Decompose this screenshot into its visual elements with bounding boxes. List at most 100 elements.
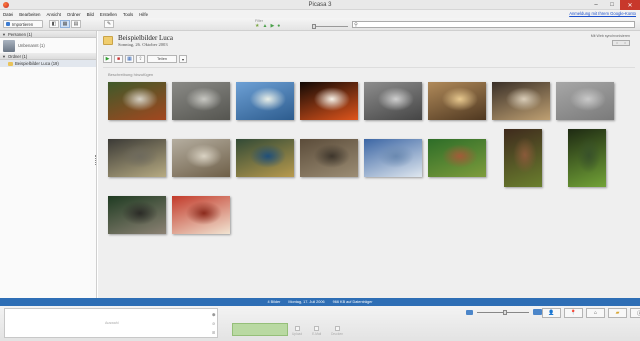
play-slideshow-icon[interactable]: ▶ <box>103 55 112 63</box>
photo-thumbnail-red-panda[interactable] <box>108 82 166 120</box>
thumbnail-zoom <box>466 309 542 315</box>
photo-thumbnail-vulture[interactable] <box>108 196 166 234</box>
folder-icon <box>8 61 13 66</box>
thumbnail-view-icon[interactable]: ▦ <box>60 20 70 28</box>
photo-thumbnail-fog[interactable] <box>556 82 614 120</box>
photo-thumbnail-peacock[interactable] <box>236 139 294 177</box>
sidebar-section-label: Personen (1) <box>7 31 33 37</box>
status-date: Montag, 17. Juli 2006 <box>288 300 325 304</box>
timeline-view-icon[interactable]: ▤ <box>71 20 81 28</box>
filter-person-icon[interactable]: ● <box>277 23 280 29</box>
menu-ansicht[interactable]: Ansicht <box>47 12 61 17</box>
photo-thumbnail-lake-winter[interactable] <box>364 82 422 120</box>
sidebar-item-person[interactable]: Unbenannt (1) <box>0 38 96 53</box>
sidebar-section-label: Ordner (1) <box>7 53 28 59</box>
maximize-icon[interactable]: □ <box>604 0 620 10</box>
photo-thumbnail-elephant[interactable] <box>172 82 230 120</box>
share-button[interactable]: Teilen <box>147 55 177 63</box>
web-sync-toggle[interactable]: ○ ○ <box>612 40 630 46</box>
small-thumb-icon[interactable] <box>466 309 473 315</box>
photo-thumbnail-duck-head[interactable] <box>172 139 230 177</box>
hold-pin-icon[interactable]: ⬢ <box>212 312 216 317</box>
import-button[interactable]: Importieren <box>3 20 43 28</box>
album-title[interactable]: Beispielbilder Luca <box>118 34 173 42</box>
photo-thumbnail-sunset-water[interactable] <box>108 139 166 177</box>
add-to-album-icon[interactable]: ⊞ <box>212 330 216 335</box>
folder-panel-icon[interactable]: ▰ <box>608 308 627 318</box>
album-date[interactable]: Sonntag, 26. Oktober 2003 <box>118 42 168 47</box>
library-view-icon[interactable]: ◧ <box>49 20 59 28</box>
edit-picture-icon[interactable]: ✎ <box>104 20 114 28</box>
filter-icons: ★ ▲ ▶ ● <box>255 23 280 29</box>
sidebar-section-people[interactable]: ▼ Personen (1) <box>0 31 96 38</box>
tray-selection-box[interactable]: Auswahl <box>4 308 218 338</box>
selection-count: 4 Bilder <box>267 300 281 304</box>
email-tool[interactable]: E-Mail <box>312 326 321 336</box>
edit-group: ✎ <box>104 20 114 28</box>
photo-thumbnail-food-plate[interactable] <box>172 196 230 234</box>
photo-tray: Auswahl ⬢ ⊘ ⊞ Upload E-Mail Drucken 👤 📍 … <box>0 306 640 341</box>
info-panel-icon[interactable]: ⓘ <box>630 308 640 318</box>
email-label: E-Mail <box>312 332 322 336</box>
slider-knob[interactable] <box>312 24 316 29</box>
menu-bild[interactable]: Bild <box>87 12 94 17</box>
filter-video-icon[interactable]: ▶ <box>270 23 274 29</box>
share-dropdown-icon[interactable]: ▾ <box>179 55 187 63</box>
toolbar: Importieren ◧ ▦ ▤ ✎ Filter ★ ▲ ▶ ● ⚲ <box>0 18 640 31</box>
clear-tray-icon[interactable]: ⊘ <box>212 321 216 326</box>
divider <box>103 67 635 68</box>
import-icon <box>6 22 10 26</box>
web-sync-label: Mit Web synchronisieren <box>590 34 630 38</box>
menu-tools[interactable]: Tools <box>123 12 133 17</box>
collage-icon[interactable]: ▦ <box>125 55 134 63</box>
close-icon[interactable]: ✕ <box>620 0 640 10</box>
menu-bearbeiten[interactable]: Bearbeiten <box>19 12 40 17</box>
photo-thumbnail-otter-water[interactable] <box>300 139 358 177</box>
view-mode-group: ◧ ▦ ▤ <box>49 20 81 28</box>
photo-thumbnail-arcade-portrait[interactable] <box>492 82 550 120</box>
album-folder-icon <box>103 36 113 45</box>
search-box: ⚲ <box>352 21 635 28</box>
album-header <box>103 36 113 45</box>
print-icon <box>334 326 340 331</box>
filter-date-slider[interactable] <box>312 24 348 29</box>
print-label: Drucken <box>331 332 344 336</box>
photo-thumbnail-candle-fire[interactable] <box>300 82 358 120</box>
library-sidebar: ▼ Personen (1) Unbenannt (1) ▼ Ordner (1… <box>0 31 97 298</box>
album-description[interactable]: Beschreibung hinzufügen <box>108 72 153 77</box>
photo-thumbnail-frog-leaf[interactable] <box>428 139 486 177</box>
tray-preview <box>232 323 288 336</box>
photo-thumbnail-lizard-green-1[interactable] <box>504 129 542 187</box>
upload-tool[interactable]: Upload <box>292 326 302 336</box>
collapse-chevron-icon[interactable]: ▼ <box>2 32 6 37</box>
menu-erstellen[interactable]: Erstellen <box>100 12 117 17</box>
status-size: 966 KB auf Datenträger <box>332 300 373 304</box>
filter-upload-icon[interactable]: ▲ <box>262 23 267 29</box>
print-tool[interactable]: Drucken <box>331 326 343 336</box>
upload-icon[interactable]: ⇪ <box>136 55 145 63</box>
zoom-knob[interactable] <box>503 309 507 315</box>
photo-thumbnail-city-street[interactable] <box>428 82 486 120</box>
tags-panel-icon[interactable]: ⌂ <box>586 308 605 318</box>
movie-icon[interactable]: ■ <box>114 55 123 63</box>
filter-star-icon[interactable]: ★ <box>255 23 259 29</box>
sidebar-item-folder[interactable]: Beispielbilder Luca (19) <box>0 60 96 67</box>
large-thumb-icon[interactable] <box>533 309 542 315</box>
menu-datei[interactable]: Datei <box>3 12 13 17</box>
menu-hilfe[interactable]: Hilfe <box>139 12 148 17</box>
google-signin-link[interactable]: Anmeldung mit Ihrem Google-Konto <box>569 11 636 16</box>
sidebar-section-folders[interactable]: ▼ Ordner (1) <box>0 53 96 60</box>
photo-thumbnail-lizard-green-2[interactable] <box>568 129 606 187</box>
menu-ordner[interactable]: Ordner <box>67 12 81 17</box>
people-panel-icon[interactable]: 👤 <box>542 308 561 318</box>
folder-label: Beispielbilder Luca (19) <box>15 61 59 66</box>
window-controls: – □ ✕ <box>588 0 640 10</box>
minimize-icon[interactable]: – <box>588 0 604 10</box>
photo-thumbnail-lake-mountains[interactable] <box>236 82 294 120</box>
search-input[interactable] <box>359 22 629 27</box>
tray-side-icons: ⬢ ⊘ ⊞ <box>212 312 216 335</box>
places-panel-icon[interactable]: 📍 <box>564 308 583 318</box>
zoom-slider[interactable] <box>477 309 529 315</box>
collapse-chevron-icon[interactable]: ▼ <box>2 54 6 59</box>
photo-thumbnail-bird-branch[interactable] <box>364 139 422 177</box>
